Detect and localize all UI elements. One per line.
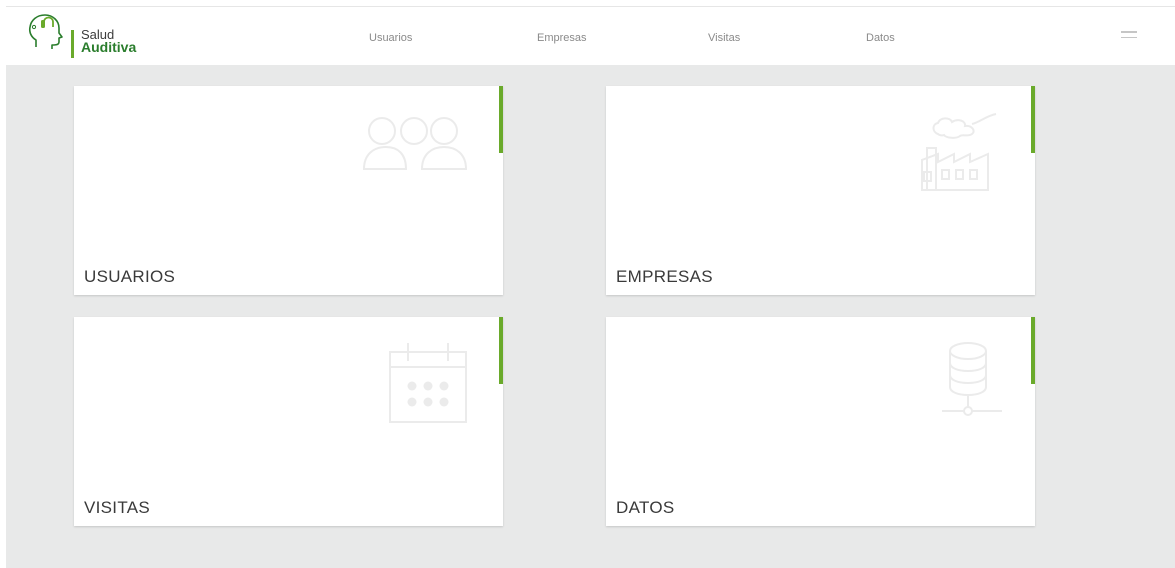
nav-link-datos[interactable]: Datos: [866, 32, 895, 44]
card-datos[interactable]: DATOS: [606, 317, 1035, 526]
nav-link-visitas[interactable]: Visitas: [708, 32, 740, 44]
nav-link-empresas[interactable]: Empresas: [537, 32, 587, 44]
calendar-icon: [389, 343, 467, 423]
card-accent-bar: [499, 86, 503, 153]
logo-divider: [71, 30, 74, 58]
database-icon: [942, 342, 1002, 416]
card-accent-bar: [1031, 317, 1035, 384]
head-headphones-logo-icon[interactable]: [27, 13, 65, 51]
card-visitas[interactable]: VISITAS: [74, 317, 503, 526]
users-icon: [362, 117, 468, 170]
factory-icon: [921, 113, 997, 191]
card-title: USUARIOS: [84, 267, 176, 286]
brand-name[interactable]: Salud Auditiva: [81, 28, 137, 55]
top-navbar: Salud Auditiva Usuarios Empresas Visitas…: [6, 7, 1175, 65]
card-title: DATOS: [616, 498, 675, 517]
card-accent-bar: [1031, 86, 1035, 153]
card-accent-bar: [499, 317, 503, 384]
card-empresas[interactable]: EMPRESAS: [606, 86, 1035, 295]
hamburger-menu-icon[interactable]: [1121, 31, 1137, 41]
card-title: VISITAS: [84, 498, 151, 517]
card-usuarios[interactable]: USUARIOS: [74, 86, 503, 295]
brand-line-2: Auditiva: [81, 39, 137, 55]
nav-link-usuarios[interactable]: Usuarios: [369, 32, 412, 44]
page: Salud Auditiva Usuarios Empresas Visitas…: [6, 6, 1175, 568]
card-title: EMPRESAS: [616, 267, 713, 286]
